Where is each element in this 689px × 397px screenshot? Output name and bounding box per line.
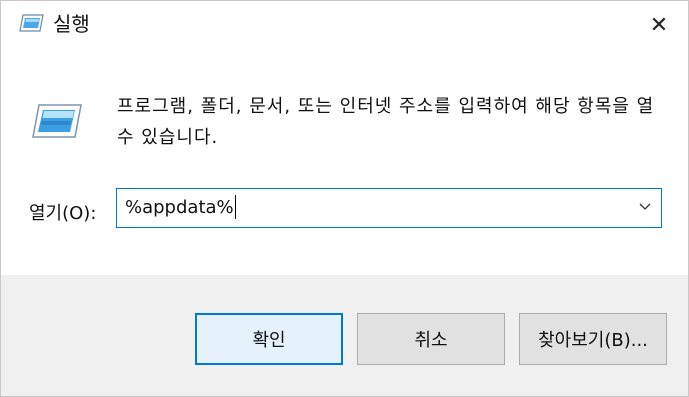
window-title: 실행 <box>53 12 90 36</box>
dialog-content: 프로그램, 폴더, 문서, 또는 인터넷 주소를 입력하여 해당 항목을 열 수… <box>1 49 688 275</box>
dialog-description: 프로그램, 폴더, 문서, 또는 인터넷 주소를 입력하여 해당 항목을 열 수… <box>117 96 655 148</box>
cancel-button[interactable]: 취소 <box>357 313 505 365</box>
open-input[interactable]: %appdata% <box>125 189 236 227</box>
run-icon <box>19 14 44 32</box>
open-label: 열기(O): <box>29 203 97 224</box>
browse-button[interactable]: 찾아보기(B)... <box>519 313 667 365</box>
open-input-text: %appdata% <box>125 197 234 218</box>
text-caret <box>234 194 236 219</box>
open-combobox[interactable]: %appdata% <box>116 188 662 228</box>
close-button[interactable]: ✕ <box>630 1 688 49</box>
run-dialog: 실행 ✕ 프로그램, 폴더, 문서, 또는 인터넷 주소를 입력하여 해당 항목… <box>0 0 689 397</box>
button-bar: 확인 취소 찾아보기(B)... <box>1 275 688 396</box>
run-icon-large <box>32 104 82 138</box>
ok-button[interactable]: 확인 <box>195 313 343 365</box>
chevron-down-icon[interactable] <box>639 203 651 211</box>
close-icon: ✕ <box>649 12 669 38</box>
title-bar: 실행 ✕ <box>1 1 688 49</box>
